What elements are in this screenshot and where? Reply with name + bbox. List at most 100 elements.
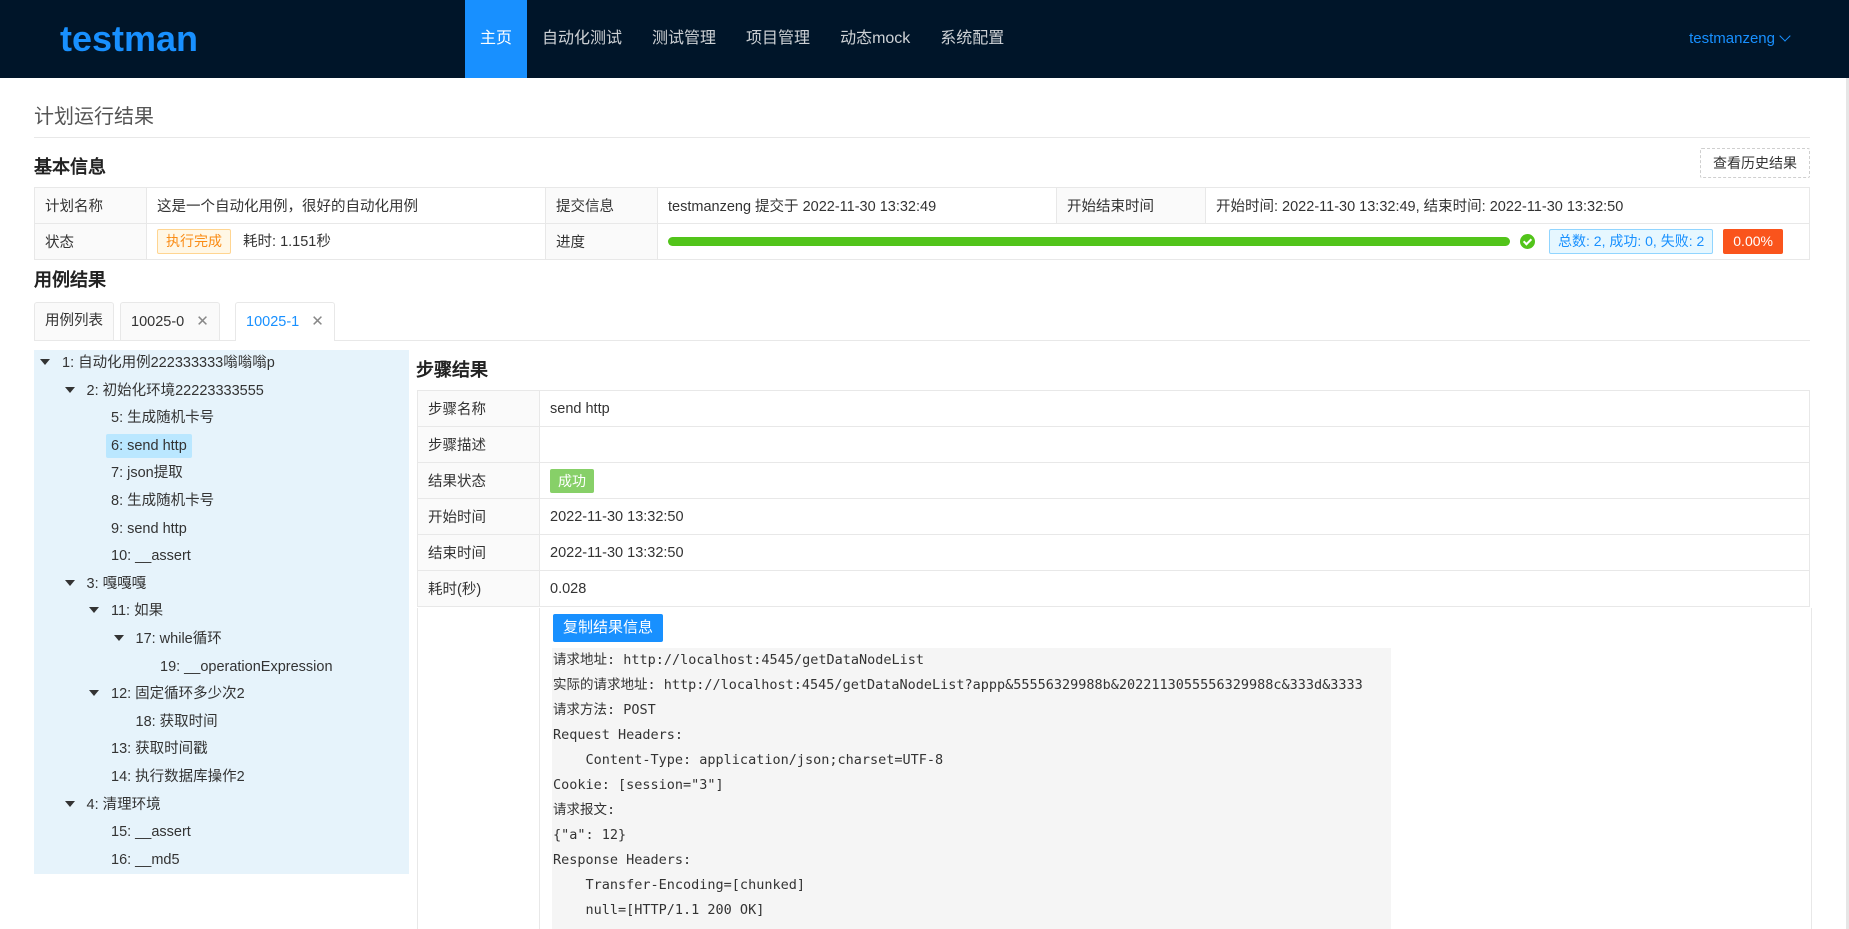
tree-node-label: 10: __assert [111, 548, 191, 565]
step-desc-label: 步骤描述 [417, 426, 540, 463]
nav-item-system-config[interactable]: 系统配置 [925, 0, 1019, 78]
nav-item-automation[interactable]: 自动化测试 [527, 0, 637, 78]
log-line: Request Headers: [553, 727, 684, 743]
app-logo[interactable]: testman [60, 18, 198, 60]
tab-case-list[interactable]: 用例列表 [34, 302, 114, 340]
start-time-value: 2022-11-30 13:32:50 [539, 498, 1810, 535]
log-line: null=[HTTP/1.1 200 OK] [553, 902, 765, 918]
table-row: 耗时(秒) 0.028 [417, 570, 1810, 607]
start-time-label: 开始时间 [417, 498, 540, 535]
nav-item-dynamic-mock[interactable]: 动态mock [825, 0, 925, 78]
tree-node[interactable]: 10: __assert [111, 544, 191, 568]
plan-name-label: 计划名称 [34, 187, 147, 224]
tree-node[interactable]: 7: json提取 [111, 461, 183, 485]
elapsed-label: 耗时(秒) [417, 570, 540, 607]
caret-down-icon[interactable] [113, 635, 124, 641]
tree-node-label: 11: 如果 [111, 603, 164, 620]
progress-cell: 总数: 2, 成功: 0, 失败: 2 0.00% [657, 223, 1810, 260]
tree-node-label: 6: send http [111, 437, 187, 454]
tree-node[interactable]: 4: 清理环境 [64, 793, 161, 817]
caret-down-icon[interactable] [89, 607, 99, 614]
tree-node[interactable]: 8: 生成随机卡号 [111, 489, 214, 513]
table-row: 结束时间 2022-11-30 13:32:50 [417, 534, 1810, 571]
case-tabs: 用例列表 10025-0 ✕ 10025-1 ✕ [34, 302, 1810, 341]
tree-node-label: 16: __md5 [111, 851, 180, 868]
tree-node[interactable]: 13: 获取时间戳 [111, 737, 208, 761]
caret-down-icon[interactable] [89, 690, 99, 697]
log-line: Content-Type: application/json;charset=U… [553, 752, 944, 768]
log-line: {"a": 12} [553, 827, 627, 843]
tab-10025-1[interactable]: 10025-1 ✕ [235, 302, 335, 341]
fail-rate-badge: 0.00% [1723, 229, 1783, 254]
case-results-heading: 用例结果 [34, 270, 106, 290]
tree-node-label: 8: 生成随机卡号 [111, 493, 215, 509]
log-line: 请求地址: http://localhost:4545/getDataNodeL… [553, 652, 924, 668]
tree-node[interactable]: 2: 初始化环境22223333555 [64, 379, 264, 403]
tree-node[interactable]: 5: 生成随机卡号 [111, 406, 214, 430]
nav-item-home[interactable]: 主页 [465, 0, 528, 78]
tree-node[interactable]: 1: 自动化用例222333333嗡嗡嗡p [40, 351, 275, 375]
request-log[interactable]: 请求地址: http://localhost:4545/getDataNodeL… [552, 648, 1391, 929]
tree-node-label: 15: __assert [111, 824, 191, 841]
close-icon[interactable]: ✕ [196, 313, 209, 330]
close-icon[interactable]: ✕ [311, 313, 324, 330]
nav-item-test-management[interactable]: 测试管理 [637, 0, 731, 78]
user-name: testmanzeng [1689, 30, 1775, 47]
end-time-value: 2022-11-30 13:32:50 [539, 534, 1810, 571]
main-nav: 主页 自动化测试 测试管理 项目管理 动态mock 系统配置 [465, 0, 1019, 78]
tree-node[interactable]: 16: __md5 [111, 848, 180, 872]
caret-down-icon[interactable] [64, 800, 75, 807]
info-row: 状态 执行完成 耗时: 1.151秒 进度 总数: 2, 成功: 0, 失败: … [34, 223, 1810, 260]
tree-node-label: 14: 执行数据库操作2 [111, 769, 245, 785]
result-status-cell: 成功 [539, 462, 1810, 499]
title-divider [34, 137, 1810, 138]
tree-node[interactable]: 17: while循环 [113, 627, 222, 651]
caret-down-icon[interactable] [40, 359, 50, 365]
tree-node-label: 13: 获取时间戳 [111, 741, 208, 758]
table-row: 结果状态 成功 [417, 462, 1810, 499]
user-menu[interactable]: testmanzeng [1689, 0, 1791, 78]
log-line: 请求方法: POST [553, 702, 656, 718]
time-range-value: 开始时间: 2022-11-30 13:32:49, 结束时间: 2022-11… [1205, 187, 1810, 224]
tree-node[interactable]: 12: 固定循环多少次2 [89, 682, 245, 706]
step-result-table: 步骤名称 send http 步骤描述 结果状态 成功 开始时间 2022-11-30… [417, 390, 1810, 607]
elapsed-value: 0.028 [539, 570, 1810, 607]
page-title: 计划运行结果 [34, 106, 154, 128]
top-nav-bar: testman 主页 自动化测试 测试管理 项目管理 动态mock 系统配置 t… [0, 0, 1849, 78]
tree-node-label: 1: 自动化用例222333333嗡嗡嗡p [62, 355, 275, 371]
tree-node[interactable]: 14: 执行数据库操作2 [111, 765, 245, 789]
tree-node-label: 17: while循环 [135, 631, 222, 647]
tab-10025-0[interactable]: 10025-0 ✕ [120, 302, 220, 340]
tree-node-label: 5: 生成随机卡号 [111, 410, 215, 427]
caret-down-icon[interactable] [64, 579, 75, 586]
tree-node[interactable]: 9: send http [111, 517, 187, 541]
tree-node-label: 9: send http [111, 520, 187, 537]
tree-node[interactable]: 11: 如果 [89, 599, 163, 623]
log-line: Response Headers: [553, 852, 692, 868]
tree-node[interactable]: 15: __assert [111, 820, 191, 844]
tree-node[interactable]: 19: __operationExpression [160, 655, 333, 679]
result-status-label: 结果状态 [417, 462, 540, 499]
view-history-button[interactable]: 查看历史结果 [1700, 148, 1810, 178]
nav-item-project-management[interactable]: 项目管理 [731, 0, 825, 78]
table-row: 步骤名称 send http [417, 390, 1810, 427]
tree-node[interactable]: 3: 嘎嘎嘎 [64, 572, 147, 596]
copy-result-button[interactable]: 复制结果信息 [553, 614, 663, 642]
progress-label: 进度 [545, 223, 658, 260]
tree-node-label: 12: 固定循环多少次2 [111, 686, 245, 703]
tree-node-label: 18: 获取时间 [135, 713, 218, 730]
submit-info-value: testmanzeng 提交于 2022-11-30 13:32:49 [657, 187, 1057, 224]
tree-node-label: 3: 嘎嘎嘎 [86, 575, 147, 592]
submit-info-label: 提交信息 [545, 187, 658, 224]
tab-label: 10025-1 [246, 314, 300, 330]
caret-down-icon[interactable] [64, 386, 75, 393]
status-cell: 执行完成 耗时: 1.151秒 [146, 223, 546, 260]
step-name-value: send http [539, 390, 1810, 427]
tree-node[interactable]: 18: 获取时间 [136, 710, 218, 734]
success-badge: 成功 [550, 468, 594, 493]
tree-node[interactable]: 6: send http [106, 433, 192, 458]
plan-name-value: 这是一个自动化用例，很好的自动化用例 [146, 187, 546, 224]
table-row: 步骤描述 [417, 426, 1810, 463]
end-time-label: 结束时间 [417, 534, 540, 571]
step-result-heading: 步骤结果 [416, 360, 488, 380]
